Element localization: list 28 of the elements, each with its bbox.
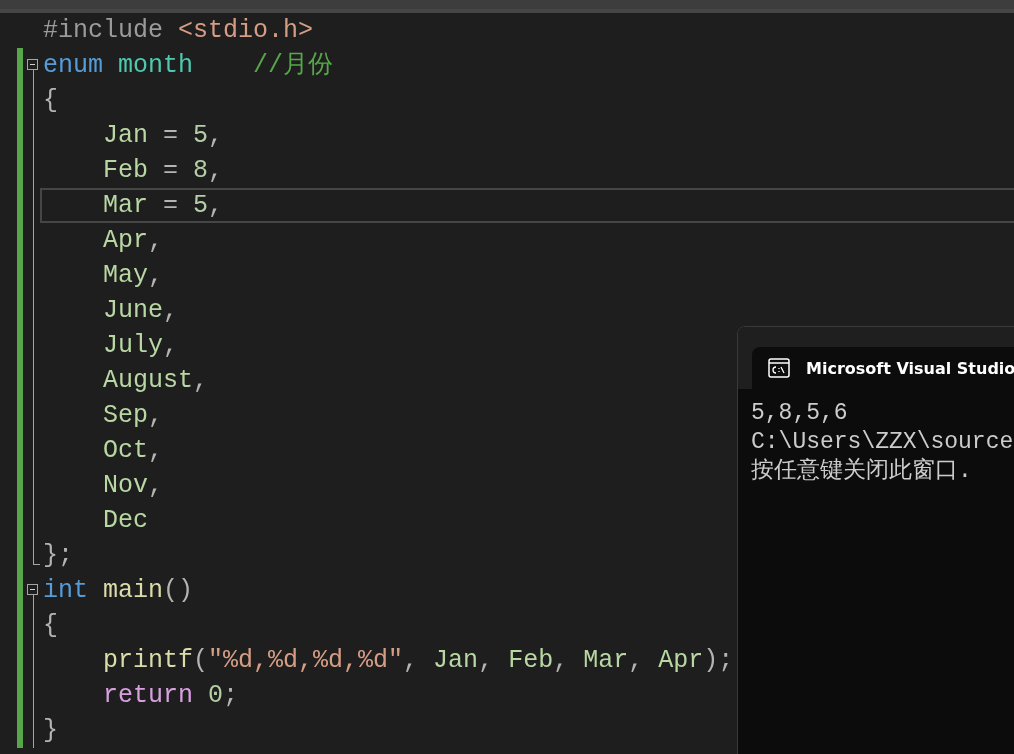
code-line: enum month //月份 — [43, 50, 334, 82]
console-tab[interactable]: Microsoft Visual Studio — [752, 347, 1014, 389]
collapse-toggle[interactable] — [27, 584, 38, 595]
code-line: May, — [102, 260, 164, 292]
code-line: Feb = 8, — [102, 155, 224, 187]
console-output-line: 按任意键关闭此窗口. — [751, 457, 973, 486]
code-line: Mar = 5, — [102, 190, 224, 222]
code-line: Jan = 5, — [102, 120, 224, 152]
code-line: July, — [102, 330, 179, 362]
code-line: June, — [102, 295, 179, 327]
code-line: printf("%d,%d,%d,%d", Jan, Feb, Mar, Apr); — [102, 645, 734, 677]
code-line: return 0; — [102, 680, 239, 712]
code-line: Apr, — [102, 225, 164, 257]
terminal-icon — [768, 358, 790, 378]
code-line: Nov, — [102, 470, 164, 502]
console-output-line: C:\Users\ZZX\source — [751, 428, 1014, 457]
code-line: Dec — [102, 505, 149, 537]
code-line: #include <stdio.h> — [43, 15, 314, 47]
code-line: Sep, — [102, 400, 164, 432]
code-line: Oct, — [102, 435, 164, 467]
code-line: August, — [102, 365, 209, 397]
collapse-toggle[interactable] — [27, 59, 38, 70]
code-line: { — [43, 610, 58, 642]
console-output-line: 5,8,5,6 — [751, 399, 849, 428]
code-line: { — [43, 85, 58, 117]
code-line: }; — [43, 540, 73, 572]
code-line: } — [43, 715, 58, 747]
code-line: int main() — [43, 575, 194, 607]
